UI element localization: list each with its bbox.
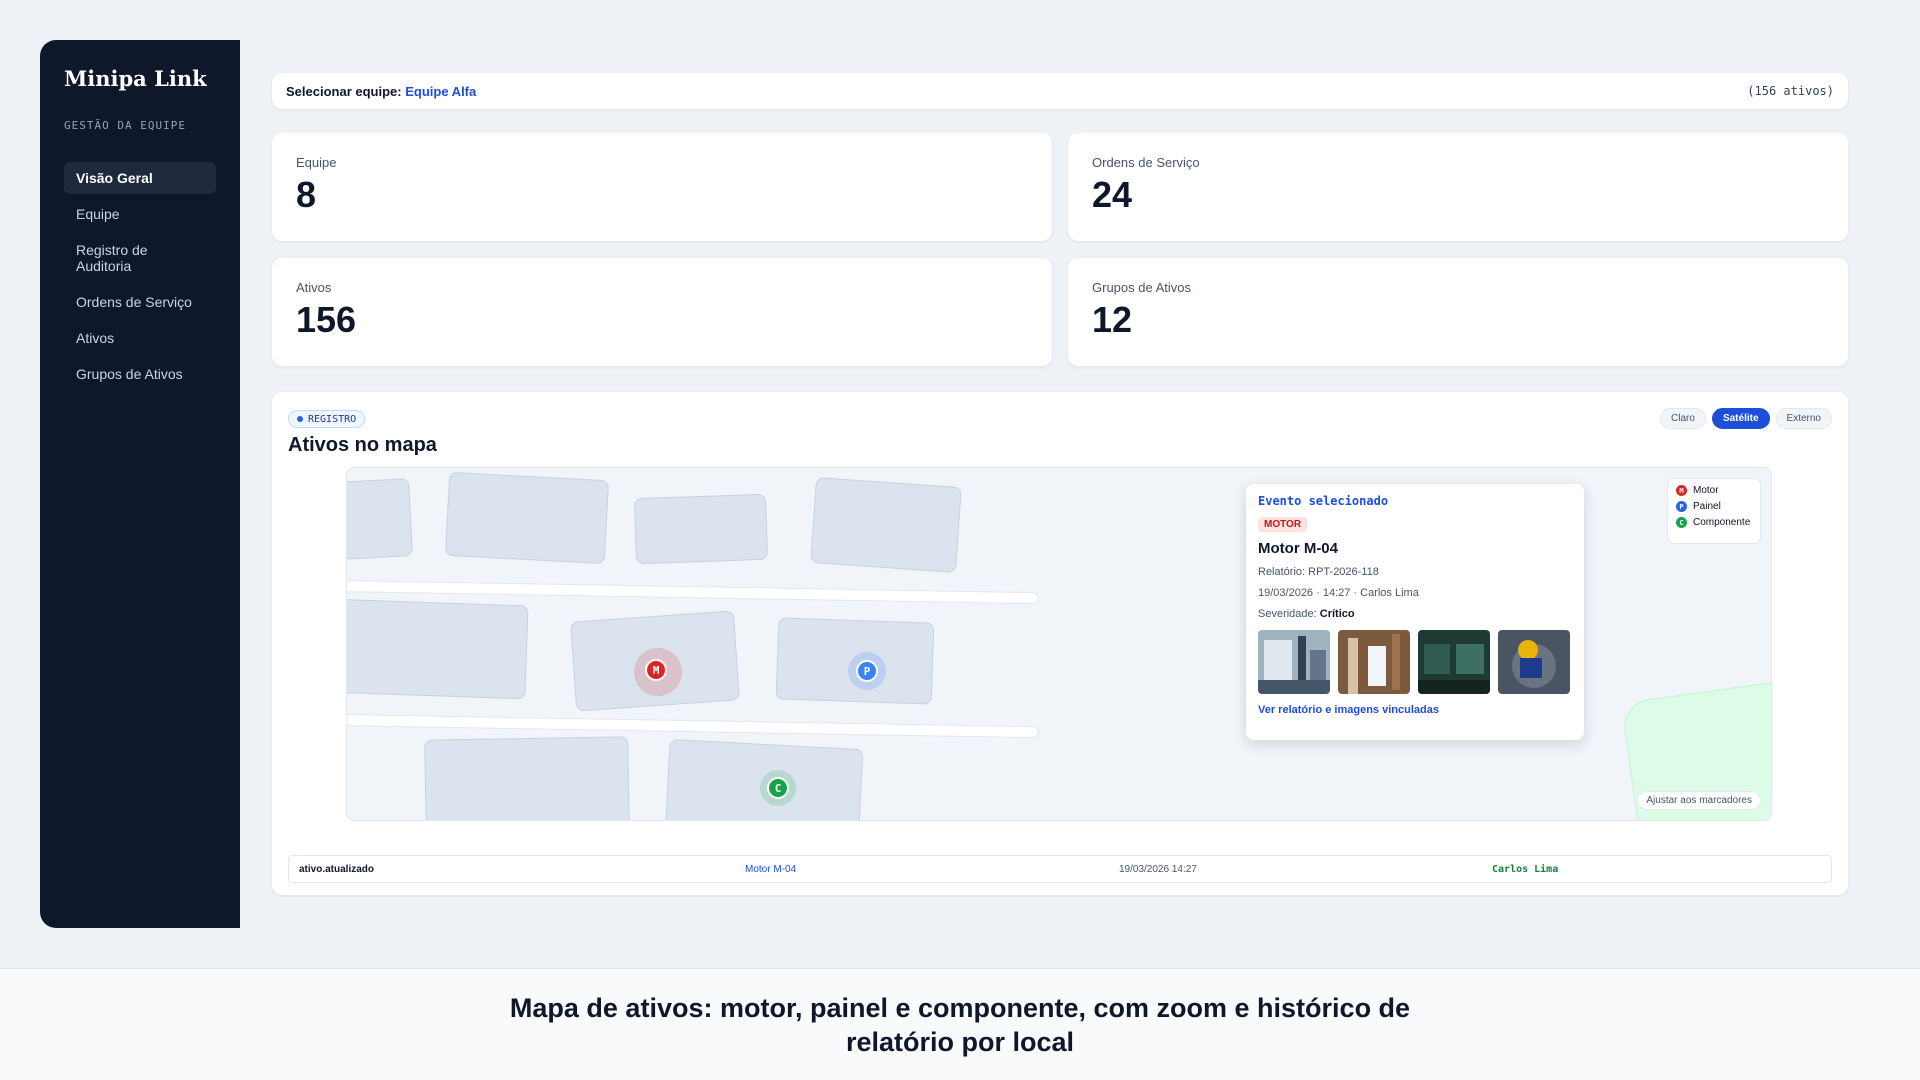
popup-title: Evento selecionado [1258, 494, 1389, 508]
painel-marker-icon: P [1676, 501, 1687, 512]
sidebar-subtitle: GESTÃO DA EQUIPE [64, 119, 186, 132]
popup-type-badge: MOTOR [1258, 517, 1308, 532]
severity-label: Severidade: [1258, 608, 1317, 620]
legend-item-painel: P Painel [1676, 501, 1752, 512]
map-legend: M Motor P Painel C Componente [1667, 478, 1761, 544]
sidebar-item-ativos[interactable]: Ativos [64, 322, 216, 354]
map-panel: REGISTRO Ativos no mapa Claro Satélite E… [272, 392, 1848, 895]
motor-marker-icon: M [1676, 485, 1687, 496]
stat-label: Ordens de Serviço [1092, 155, 1200, 170]
map-road [347, 713, 1040, 739]
marker-componente[interactable]: C [767, 777, 789, 799]
stat-value: 12 [1092, 299, 1133, 340]
map-building [424, 736, 630, 820]
map-building [810, 477, 962, 573]
stat-label: Equipe [296, 155, 337, 170]
brand-title: Minipa Link [64, 66, 207, 91]
severity-value: Crítico [1319, 608, 1355, 620]
chip-dot-icon [297, 416, 303, 422]
fit-markers-button[interactable]: Ajustar aos marcadores [1637, 791, 1761, 810]
legend-label: Painel [1693, 501, 1721, 512]
asset-map[interactable]: M P C Evento selecionado MOTOR Motor M-0… [346, 467, 1772, 821]
popup-asset-name: Motor M-04 [1258, 540, 1338, 557]
mode-claro-button[interactable]: Claro [1660, 408, 1706, 429]
log-user: Carlos Lima [1492, 863, 1559, 875]
legend-label: Motor [1693, 485, 1719, 496]
stat-card-grupos: Grupos de Ativos 12 [1068, 258, 1848, 366]
stat-card-ordens: Ordens de Serviço 24 [1068, 133, 1848, 241]
stat-value: 8 [296, 174, 317, 215]
sidebar: Minipa Link GESTÃO DA EQUIPE Visão Geral… [40, 40, 240, 928]
sidebar-item-registro-auditoria[interactable]: Registro de Auditoria [64, 234, 174, 282]
caption-bar: Mapa de ativos: motor, painel e componen… [0, 968, 1920, 1080]
team-selector-label: Selecionar equipe: [286, 83, 402, 99]
popup-report-id: Relatório: RPT-2026-118 [1258, 566, 1379, 578]
team-selector: Selecionar equipe: Equipe Alfa [286, 84, 476, 99]
map-mode-toggle: Claro Satélite Externo [1660, 408, 1832, 429]
legend-item-componente: C Componente [1676, 517, 1752, 528]
thumbnail-image[interactable] [1498, 630, 1570, 694]
stat-value: 156 [296, 299, 357, 340]
map-building [444, 471, 610, 565]
marker-motor[interactable]: M [645, 659, 667, 681]
audit-log-row[interactable]: ativo.atualizado Motor M-04 19/03/2026 1… [288, 855, 1832, 883]
popup-meta: 19/03/2026 · 14:27 · Carlos Lima [1258, 587, 1419, 599]
stat-value: 24 [1092, 174, 1133, 215]
stat-label: Ativos [296, 280, 332, 295]
stat-label: Grupos de Ativos [1092, 280, 1191, 295]
caption-text: Mapa de ativos: motor, painel e componen… [509, 992, 1411, 1057]
thumbnail-image[interactable] [1338, 630, 1410, 694]
log-datetime: 19/03/2026 14:27 [1119, 863, 1197, 875]
team-selector-bar: Selecionar equipe: Equipe Alfa (156 ativ… [272, 73, 1848, 109]
thumbnail-image[interactable] [1258, 630, 1330, 694]
log-event: ativo.atualizado [299, 863, 375, 875]
mode-satelite-button[interactable]: Satélite [1711, 408, 1770, 429]
selected-event-popup: Evento selecionado MOTOR Motor M-04 Rela… [1246, 484, 1584, 740]
sidebar-item-equipe[interactable]: Equipe [64, 198, 216, 230]
legend-item-motor: M Motor [1676, 485, 1752, 496]
stat-card-ativos: Ativos 156 [272, 258, 1052, 366]
stat-card-equipe: Equipe 8 [272, 133, 1052, 241]
sidebar-nav: Visão Geral Equipe Registro de Auditoria… [64, 162, 216, 390]
popup-thumbnails [1258, 630, 1572, 694]
popup-severity: Severidade: Crítico [1258, 608, 1572, 620]
map-road [347, 579, 1040, 605]
map-title: Ativos no mapa [288, 434, 437, 456]
registro-chip: REGISTRO [288, 410, 366, 428]
log-asset-link[interactable]: Motor M-04 [745, 864, 796, 875]
app-shell: Minipa Link GESTÃO DA EQUIPE Visão Geral… [40, 40, 1870, 928]
map-building [633, 493, 769, 565]
map-building [347, 598, 529, 700]
componente-marker-icon: C [1676, 517, 1687, 528]
sidebar-item-grupos-ativos[interactable]: Grupos de Ativos [64, 358, 216, 390]
view-report-link[interactable]: Ver relatório e imagens vinculadas [1258, 704, 1572, 716]
map-building [347, 478, 413, 560]
chip-label: REGISTRO [308, 413, 357, 425]
sidebar-item-visao-geral[interactable]: Visão Geral [64, 162, 216, 194]
marker-painel[interactable]: P [856, 660, 878, 682]
asset-count: (156 ativos) [1747, 84, 1834, 98]
thumbnail-image[interactable] [1418, 630, 1490, 694]
mode-externo-button[interactable]: Externo [1775, 408, 1832, 429]
legend-label: Componente [1693, 517, 1751, 528]
sidebar-item-ordens-servico[interactable]: Ordens de Serviço [64, 286, 216, 318]
team-selector-value[interactable]: Equipe Alfa [405, 84, 476, 99]
